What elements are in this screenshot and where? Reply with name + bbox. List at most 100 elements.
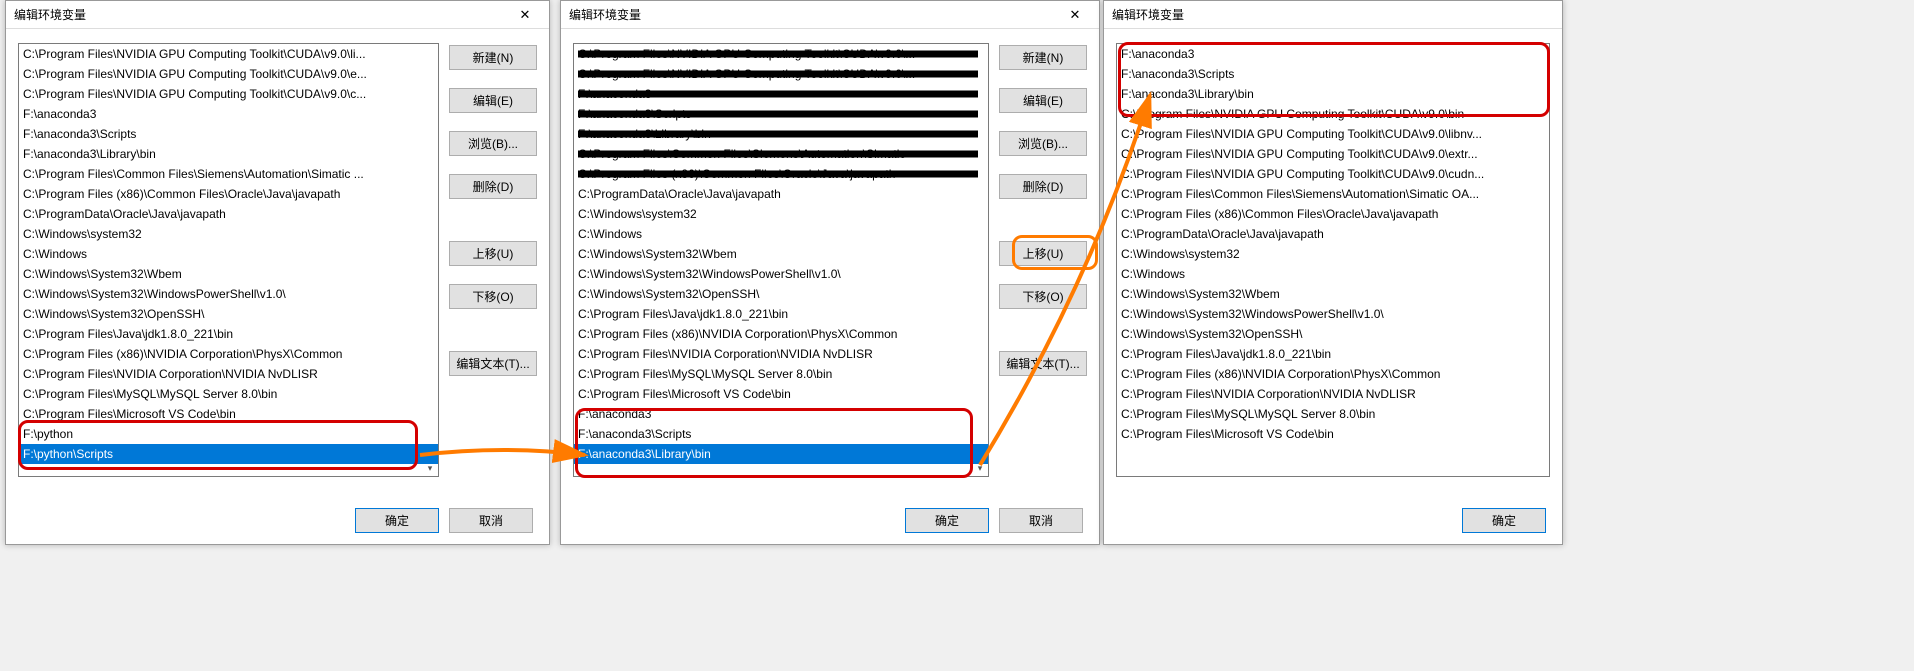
browse-button[interactable]: 浏览(B)... <box>449 131 537 156</box>
list-item[interactable]: C:\Program Files\MySQL\MySQL Server 8.0\… <box>574 364 988 384</box>
move-up-button[interactable]: 上移(U) <box>999 241 1087 266</box>
list-item[interactable]: C:\Program Files\NVIDIA Corporation\NVID… <box>574 344 988 364</box>
list-item[interactable]: C:\Program Files\NVIDIA GPU Computing To… <box>574 64 988 84</box>
list-item[interactable]: C:\Program Files\NVIDIA Corporation\NVID… <box>1117 384 1549 404</box>
list-item[interactable]: F:\python\Scripts <box>19 444 438 464</box>
edit-button[interactable]: 编辑(E) <box>449 88 537 113</box>
list-item[interactable]: C:\Program Files (x86)\NVIDIA Corporatio… <box>1117 364 1549 384</box>
title-bar: 编辑环境变量 ✕ <box>561 1 1099 29</box>
ok-button[interactable]: 确定 <box>1462 508 1546 533</box>
move-down-button[interactable]: 下移(O) <box>999 284 1087 309</box>
list-item[interactable]: C:\Program Files\NVIDIA GPU Computing To… <box>1117 144 1549 164</box>
list-item[interactable]: C:\ProgramData\Oracle\Java\javapath <box>19 204 438 224</box>
ok-button[interactable]: 确定 <box>905 508 989 533</box>
close-button[interactable]: ✕ <box>505 4 545 26</box>
list-item[interactable]: C:\Windows\System32\WindowsPowerShell\v1… <box>19 284 438 304</box>
move-down-button[interactable]: 下移(O) <box>449 284 537 309</box>
list-item[interactable]: C:\Program Files\Common Files\Siemens\Au… <box>574 144 988 164</box>
title-bar: 编辑环境变量 ✕ <box>6 1 549 29</box>
dialog-title: 编辑环境变量 <box>1112 6 1184 23</box>
list-item[interactable]: C:\Windows\system32 <box>19 224 438 244</box>
list-item[interactable]: C:\Windows\System32\OpenSSH\ <box>19 304 438 324</box>
list-item[interactable]: F:\anaconda3\Library\bin <box>574 124 988 144</box>
list-item[interactable]: C:\Program Files\NVIDIA GPU Computing To… <box>19 64 438 84</box>
list-item[interactable]: C:\Program Files\NVIDIA GPU Computing To… <box>1117 164 1549 184</box>
edit-text-button[interactable]: 编辑文本(T)... <box>999 351 1087 376</box>
list-item[interactable]: F:\anaconda3\Scripts <box>19 124 438 144</box>
scroll-down-icon[interactable]: ▾ <box>422 460 438 476</box>
close-icon: ✕ <box>1070 7 1081 23</box>
list-item[interactable]: C:\Program Files\NVIDIA GPU Computing To… <box>574 44 988 64</box>
close-button[interactable]: ✕ <box>1055 4 1095 26</box>
edit-text-button[interactable]: 编辑文本(T)... <box>449 351 537 376</box>
list-item[interactable]: C:\Program Files (x86)\Common Files\Orac… <box>1117 204 1549 224</box>
list-item[interactable]: C:\Program Files\Java\jdk1.8.0_221\bin <box>574 304 988 324</box>
new-button[interactable]: 新建(N) <box>449 45 537 70</box>
list-item[interactable]: F:\anaconda3 <box>574 84 988 104</box>
list-item[interactable]: C:\Program Files\MySQL\MySQL Server 8.0\… <box>19 384 438 404</box>
list-item[interactable]: C:\ProgramData\Oracle\Java\javapath <box>574 184 988 204</box>
list-item[interactable]: C:\Windows\System32\Wbem <box>1117 284 1549 304</box>
list-item[interactable]: C:\ProgramData\Oracle\Java\javapath <box>1117 224 1549 244</box>
dialog-footer: 确定 取消 <box>561 496 1099 544</box>
list-item[interactable]: C:\Program Files (x86)\Common Files\Orac… <box>19 184 438 204</box>
list-item[interactable]: C:\Windows\system32 <box>1117 244 1549 264</box>
list-item[interactable]: C:\Program Files (x86)\NVIDIA Corporatio… <box>574 324 988 344</box>
scroll-down-icon[interactable]: ▾ <box>972 460 988 476</box>
edit-button[interactable]: 编辑(E) <box>999 88 1087 113</box>
close-icon: ✕ <box>520 7 531 23</box>
list-item[interactable]: C:\Windows\System32\OpenSSH\ <box>574 284 988 304</box>
list-item[interactable]: C:\Program Files (x86)\Common Files\Orac… <box>574 164 988 184</box>
list-item[interactable]: F:\anaconda3 <box>1117 44 1549 64</box>
cancel-button[interactable]: 取消 <box>449 508 533 533</box>
env-var-dialog-1: 编辑环境变量 ✕ C:\Program Files\NVIDIA GPU Com… <box>5 0 550 545</box>
list-item[interactable]: F:\anaconda3\Scripts <box>574 424 988 444</box>
move-up-button[interactable]: 上移(U) <box>449 241 537 266</box>
delete-button[interactable]: 删除(D) <box>999 174 1087 199</box>
list-item[interactable]: C:\Program Files\NVIDIA GPU Computing To… <box>19 44 438 64</box>
list-item[interactable]: C:\Program Files (x86)\NVIDIA Corporatio… <box>19 344 438 364</box>
list-item[interactable]: C:\Program Files\NVIDIA GPU Computing To… <box>1117 124 1549 144</box>
list-item[interactable]: C:\Program Files\Common Files\Siemens\Au… <box>1117 184 1549 204</box>
list-item[interactable]: C:\Program Files\Microsoft VS Code\bin <box>1117 424 1549 444</box>
path-listbox[interactable]: C:\Program Files\NVIDIA GPU Computing To… <box>573 43 989 477</box>
list-item[interactable]: C:\Program Files\Microsoft VS Code\bin <box>19 404 438 424</box>
list-item[interactable]: C:\Program Files\Common Files\Siemens\Au… <box>19 164 438 184</box>
list-item[interactable]: F:\python <box>19 424 438 444</box>
list-item[interactable]: F:\anaconda3\Library\bin <box>19 144 438 164</box>
list-item[interactable]: F:\anaconda3\Library\bin <box>574 444 988 464</box>
list-item[interactable]: F:\anaconda3 <box>19 104 438 124</box>
dialog-body: C:\Program Files\NVIDIA GPU Computing To… <box>561 29 1099 496</box>
path-listbox[interactable]: C:\Program Files\NVIDIA GPU Computing To… <box>18 43 439 477</box>
list-item[interactable]: C:\Windows\system32 <box>574 204 988 224</box>
list-item[interactable]: C:\Program Files\NVIDIA GPU Computing To… <box>1117 104 1549 124</box>
list-item[interactable]: C:\Windows\System32\Wbem <box>19 264 438 284</box>
list-item[interactable]: F:\anaconda3 <box>574 404 988 424</box>
list-item[interactable]: C:\Windows <box>19 244 438 264</box>
list-item[interactable]: F:\anaconda3\Scripts <box>574 104 988 124</box>
browse-button[interactable]: 浏览(B)... <box>999 131 1087 156</box>
ok-button[interactable]: 确定 <box>355 508 439 533</box>
cancel-button[interactable]: 取消 <box>999 508 1083 533</box>
list-item[interactable]: C:\Windows <box>574 224 988 244</box>
delete-button[interactable]: 删除(D) <box>449 174 537 199</box>
list-item[interactable]: C:\Program Files\NVIDIA Corporation\NVID… <box>19 364 438 384</box>
list-item[interactable]: C:\Program Files\Java\jdk1.8.0_221\bin <box>19 324 438 344</box>
list-item[interactable]: C:\Windows\System32\OpenSSH\ <box>1117 324 1549 344</box>
list-item[interactable]: C:\Windows\System32\Wbem <box>574 244 988 264</box>
list-item[interactable]: F:\anaconda3\Scripts <box>1117 64 1549 84</box>
path-listbox[interactable]: F:\anaconda3F:\anaconda3\ScriptsF:\anaco… <box>1116 43 1550 477</box>
new-button[interactable]: 新建(N) <box>999 45 1087 70</box>
list-item[interactable]: C:\Windows <box>1117 264 1549 284</box>
list-item[interactable]: C:\Windows\System32\WindowsPowerShell\v1… <box>574 264 988 284</box>
dialog-body: C:\Program Files\NVIDIA GPU Computing To… <box>6 29 549 496</box>
list-item[interactable]: C:\Windows\System32\WindowsPowerShell\v1… <box>1117 304 1549 324</box>
list-item[interactable]: C:\Program Files\Microsoft VS Code\bin <box>574 384 988 404</box>
dialog-footer: 确定 <box>1104 496 1562 544</box>
list-item[interactable]: C:\Program Files\MySQL\MySQL Server 8.0\… <box>1117 404 1549 424</box>
list-item[interactable]: F:\anaconda3\Library\bin <box>1117 84 1549 104</box>
list-item[interactable]: C:\Program Files\NVIDIA GPU Computing To… <box>19 84 438 104</box>
env-var-dialog-3: 编辑环境变量 F:\anaconda3F:\anaconda3\ScriptsF… <box>1103 0 1563 545</box>
button-column: 新建(N) 编辑(E) 浏览(B)... 删除(D) 上移(U) 下移(O) 编… <box>449 43 537 490</box>
list-item[interactable]: C:\Program Files\Java\jdk1.8.0_221\bin <box>1117 344 1549 364</box>
